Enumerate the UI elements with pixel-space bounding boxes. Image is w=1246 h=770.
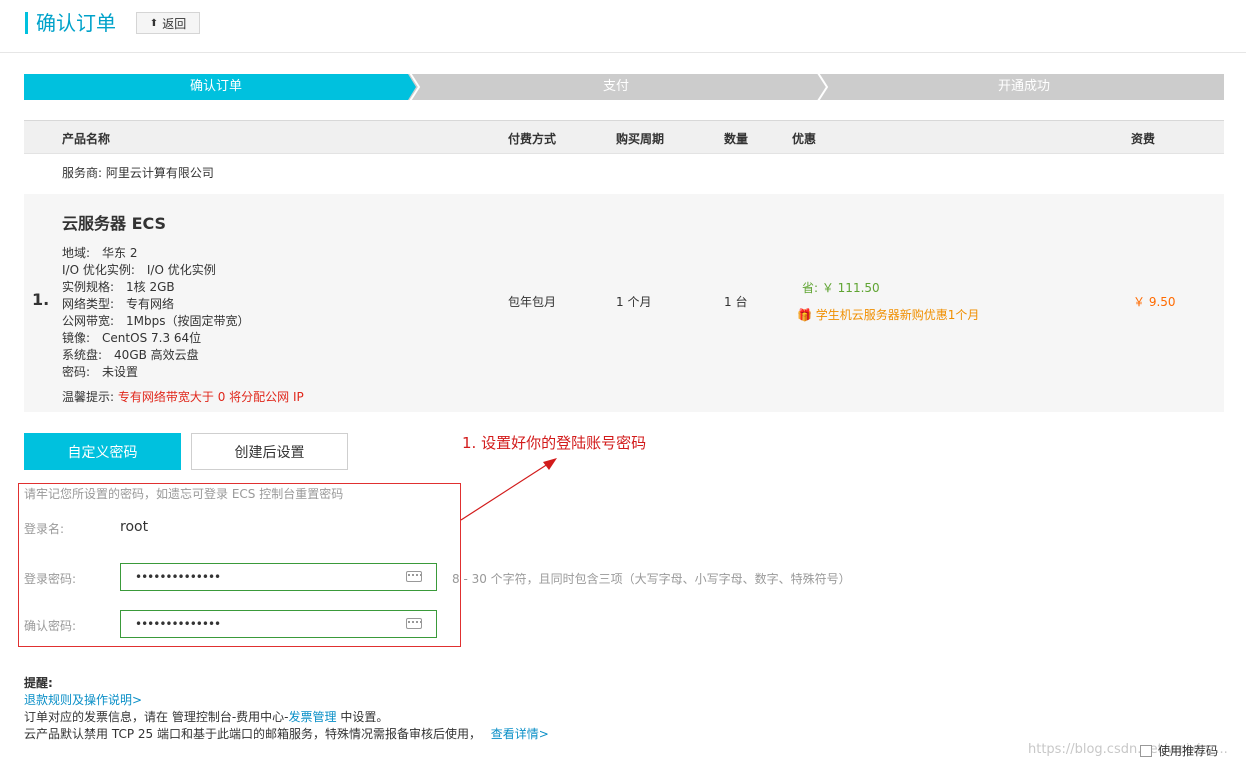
col-fee: 资费 [1131, 132, 1156, 146]
invoice-line: 订单对应的发票信息，请在 管理控制台-费用中心-发票管理 中设置。 [24, 708, 388, 725]
confirm-password-input[interactable]: •••••••••••••• [120, 610, 437, 638]
upload-arrow-icon: ⬆ [149, 17, 159, 29]
step-payment: 支付 [602, 79, 629, 94]
tab-custom-password[interactable]: 自定义密码 [24, 433, 181, 470]
annotation-arrow [460, 458, 557, 521]
tip-label: 温馨提示: [62, 390, 115, 404]
col-period: 购买周期 [616, 132, 665, 146]
promo-line: 🎁 学生机云服务器新购优惠1个月 [797, 306, 979, 323]
provider-text: 服务商: 阿里云计算有限公司 [62, 166, 214, 180]
step-confirm-order: 确认订单 [189, 79, 242, 94]
spec-io-optimized: I/O 优化实例: I/O 优化实例 [62, 263, 216, 277]
password-rule: 8 - 30 个字符，且同时包含三项（大写字母、小写字母、数字、特殊符号） [452, 572, 851, 586]
payment-method: 包年包月 [508, 295, 557, 309]
confirm-password-masked-value: •••••••••••••• [135, 617, 221, 631]
spec-network: 网络类型: 专有网络 [62, 297, 175, 311]
order-steps: 确认订单 支付 开通成功 [24, 74, 1224, 100]
back-button-label: 返回 [162, 16, 187, 31]
back-button[interactable]: ⬆ 返回 [136, 12, 200, 34]
login-name-label: 登录名: [24, 522, 65, 536]
confirm-password-label: 确认密码: [24, 619, 77, 633]
recommend-code-checkbox[interactable] [1140, 744, 1152, 757]
col-product-name: 产品名称 [62, 132, 111, 146]
quantity: 1 台 [724, 295, 748, 309]
col-quantity: 数量 [724, 132, 749, 146]
row-number: 1. [32, 290, 50, 309]
price: ￥ 9.50 [1133, 295, 1176, 309]
order-table-header: 产品名称 付费方式 购买周期 数量 优惠 资费 [24, 120, 1224, 154]
spec-system-disk: 系统盘: 40GB 高效云盘 [62, 348, 199, 362]
promo-text: 学生机云服务器新购优惠1个月 [815, 308, 980, 322]
invoice-management-link[interactable]: 发票管理 [288, 710, 336, 724]
port-text: 云产品默认禁用 TCP 25 端口和基于此端口的邮箱服务，特殊情况需报备审核后使… [24, 727, 481, 741]
password-hint: 请牢记您所设置的密码，如遗忘可登录 ECS 控制台重置密码 [24, 487, 344, 501]
spec-password: 密码: 未设置 [62, 365, 139, 379]
login-name-value: root [120, 519, 149, 535]
view-details-link[interactable]: 查看详情> [491, 727, 549, 741]
saving-amount: 省: ￥ 111.50 [802, 281, 880, 295]
tip-text: 专有网络带宽大于 0 将分配公网 IP [117, 390, 304, 404]
spec-image: 镜像: CentOS 7.3 64位 [62, 331, 202, 345]
recommend-code-toggle[interactable]: 使用推荐码 [1140, 742, 1218, 759]
refund-rules-link-text[interactable]: 退款规则及操作说明> [24, 693, 142, 707]
gift-icon: 🎁 [797, 308, 812, 322]
product-name: 云服务器 ECS [62, 214, 167, 233]
invoice-post-text: 中设置。 [336, 710, 389, 724]
header-divider [0, 52, 1246, 53]
warm-tip: 温馨提示: 专有网络带宽大于 0 将分配公网 IP [62, 388, 304, 405]
invoice-pre-text: 订单对应的发票信息，请在 管理控制台-费用中心- [24, 710, 289, 724]
password-label: 登录密码: [24, 572, 77, 586]
spec-instance-type: 实例规格: 1核 2GB [62, 280, 175, 294]
spec-region: 地域: 华东 2 [62, 246, 138, 260]
keyboard-icon[interactable] [406, 618, 422, 629]
step-success: 开通成功 [997, 79, 1050, 94]
password-input[interactable]: •••••••••••••• [120, 563, 437, 591]
page-title: 确认订单 [36, 11, 116, 35]
spec-bandwidth: 公网带宽: 1Mbps（按固定带宽） [62, 314, 250, 328]
purchase-period: 1 个月 [616, 295, 652, 309]
title-accent-bar [25, 12, 28, 34]
refund-rules-link[interactable]: 退款规则及操作说明> [24, 691, 142, 708]
port-line: 云产品默认禁用 TCP 25 端口和基于此端口的邮箱服务，特殊情况需报备审核后使… [24, 725, 549, 742]
reminder-title: 提醒: [24, 676, 53, 690]
col-discount: 优惠 [792, 132, 817, 146]
recommend-code-label: 使用推荐码 [1158, 744, 1219, 758]
keyboard-icon[interactable] [406, 571, 422, 582]
tab-set-after-creation[interactable]: 创建后设置 [191, 433, 348, 470]
annotation-text: 1. 设置好你的登陆账号密码 [462, 434, 647, 452]
password-masked-value: •••••••••••••• [135, 570, 221, 584]
col-payment: 付费方式 [508, 132, 557, 146]
